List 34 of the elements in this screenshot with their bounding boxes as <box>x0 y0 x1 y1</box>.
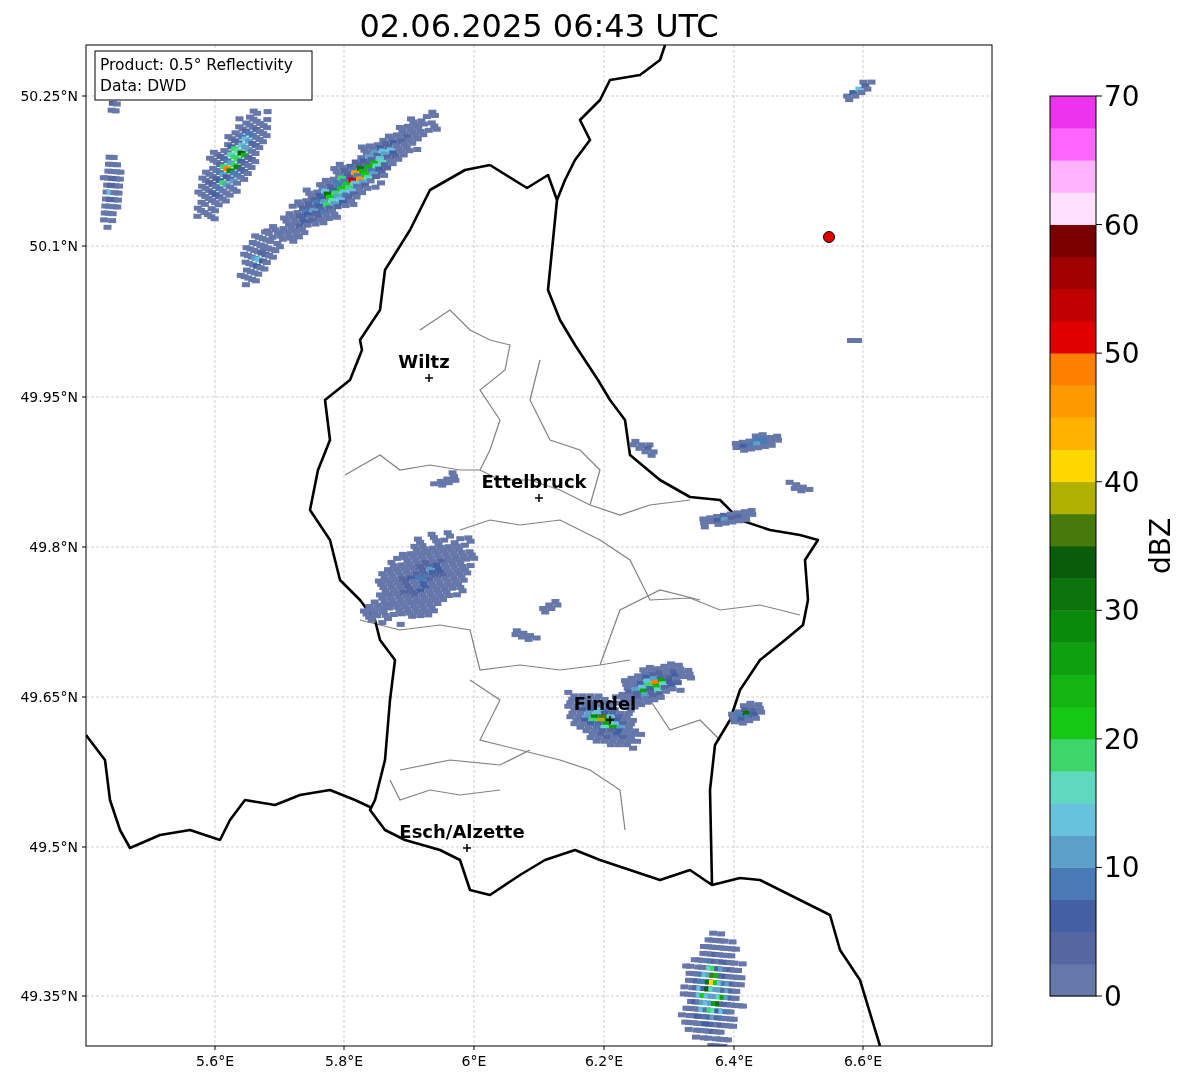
latitude-label: 49.95°N <box>20 389 78 405</box>
latitude-label: 49.8°N <box>29 539 78 555</box>
city-label: Ettelbruck <box>481 471 587 492</box>
annotation-text: Data: DWD <box>100 77 187 95</box>
annotation-text: Product: 0.5° Reflectivity <box>100 56 293 74</box>
longitude-label: 6.2°E <box>584 1053 624 1069</box>
city-marker-icon <box>424 373 434 383</box>
longitude-label: 6°E <box>461 1053 487 1069</box>
city-marker-icon <box>605 715 615 725</box>
colorbar-tick-label: 0 <box>1104 980 1122 1013</box>
colorbar-tick-label: 30 <box>1104 594 1140 628</box>
colorbar-tick-label: 50 <box>1104 337 1140 371</box>
radar-site-icon <box>823 231 835 243</box>
colorbar-tick-label: 40 <box>1104 465 1140 499</box>
city-marker-icon <box>462 843 472 853</box>
city-label: Wiltz <box>398 351 450 372</box>
longitude-label: 6.6°E <box>843 1053 883 1069</box>
latitude-label: 50.25°N <box>20 88 78 104</box>
city-label: Findel <box>573 693 637 714</box>
longitude-label: 5.6°E <box>195 1053 235 1069</box>
city-marker-icon <box>534 493 544 503</box>
longitude-label: 5.8°E <box>324 1053 364 1069</box>
colorbar-tick-label: 20 <box>1104 722 1140 756</box>
latitude-label: 50.1°N <box>29 238 78 254</box>
longitude-label: 6.4°E <box>714 1053 754 1069</box>
chart-title: 02.06.2025 06:43 UTC <box>359 7 719 45</box>
city-label: Esch/Alzette <box>399 821 525 842</box>
latitude-label: 49.35°N <box>20 988 78 1004</box>
colorbar-tick-label: 10 <box>1104 851 1140 885</box>
latitude-label: 49.65°N <box>20 689 78 705</box>
latitude-label: 49.5°N <box>29 839 78 855</box>
colorbar-tick-label: 60 <box>1104 208 1140 242</box>
colorbar-title: dBZ <box>1144 517 1177 575</box>
colorbar-tick-label: 70 <box>1104 80 1140 113</box>
